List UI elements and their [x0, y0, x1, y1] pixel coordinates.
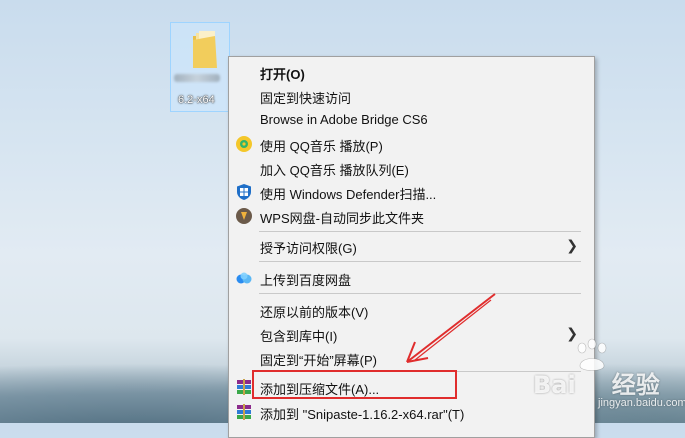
wps-cloud-icon — [236, 208, 252, 224]
winrar-icon — [237, 404, 251, 420]
menu-item-add-to-named-rar[interactable]: 添加到 "Snipaste-1.16.2-x64.rar"(T) — [229, 400, 594, 424]
menu-item-label: 使用 Windows Defender扫描... — [260, 187, 437, 202]
menu-item-label: Browse in Adobe Bridge CS6 — [260, 112, 428, 127]
menu-item-label: 打开(O) — [260, 67, 305, 82]
menu-item-qq-play[interactable]: 使用 QQ音乐 播放(P) — [229, 132, 594, 156]
menu-item-wps-sync[interactable]: WPS网盘-自动同步此文件夹 — [229, 204, 594, 228]
menu-separator — [259, 261, 581, 262]
menu-item-label: WPS网盘-自动同步此文件夹 — [260, 211, 424, 226]
menu-item-baidu-upload[interactable]: 上传到百度网盘 — [229, 266, 594, 290]
winrar-icon — [237, 379, 251, 395]
menu-item-open[interactable]: 打开(O) — [229, 60, 594, 84]
desktop-icon-label: 6.2-x64 — [178, 94, 215, 106]
menu-item-pin-quick-access[interactable]: 固定到快速访问 — [229, 84, 594, 108]
watermark-subtext: jingyan.baidu.com — [598, 397, 685, 409]
blurred-filename — [174, 74, 220, 82]
baidu-netdisk-icon — [236, 272, 252, 284]
qq-music-icon — [236, 136, 252, 152]
menu-separator — [259, 231, 581, 232]
chevron-right-icon: ❯ — [566, 237, 578, 253]
menu-item-label: 使用 QQ音乐 播放(P) — [260, 139, 383, 154]
menu-item-defender-scan[interactable]: 使用 Windows Defender扫描... — [229, 180, 594, 204]
menu-item-label: 加入 QQ音乐 播放队列(E) — [260, 163, 409, 178]
menu-item-label: 上传到百度网盘 — [260, 273, 352, 288]
watermark-text: Bai 经验 — [533, 371, 660, 399]
highlight-box — [252, 370, 457, 399]
folder-icon — [193, 31, 217, 68]
menu-item-qq-queue[interactable]: 加入 QQ音乐 播放队列(E) — [229, 156, 594, 180]
annotation-arrow-icon — [406, 293, 496, 363]
menu-item-label: 授予访问权限(G) — [260, 241, 357, 256]
menu-item-adobe-bridge[interactable]: Browse in Adobe Bridge CS6 — [229, 108, 594, 132]
menu-item-label: 固定到快速访问 — [260, 91, 352, 106]
menu-item-label: 包含到库中(I) — [260, 329, 338, 344]
menu-item-label: 固定到“开始”屏幕(P) — [260, 353, 377, 368]
menu-item-label: 添加到 "Snipaste-1.16.2-x64.rar"(T) — [260, 407, 465, 422]
menu-item-grant-access[interactable]: 授予访问权限(G) ❯ — [229, 234, 594, 258]
menu-item-label: 还原以前的版本(V) — [260, 305, 369, 320]
windows-defender-icon — [237, 184, 251, 200]
